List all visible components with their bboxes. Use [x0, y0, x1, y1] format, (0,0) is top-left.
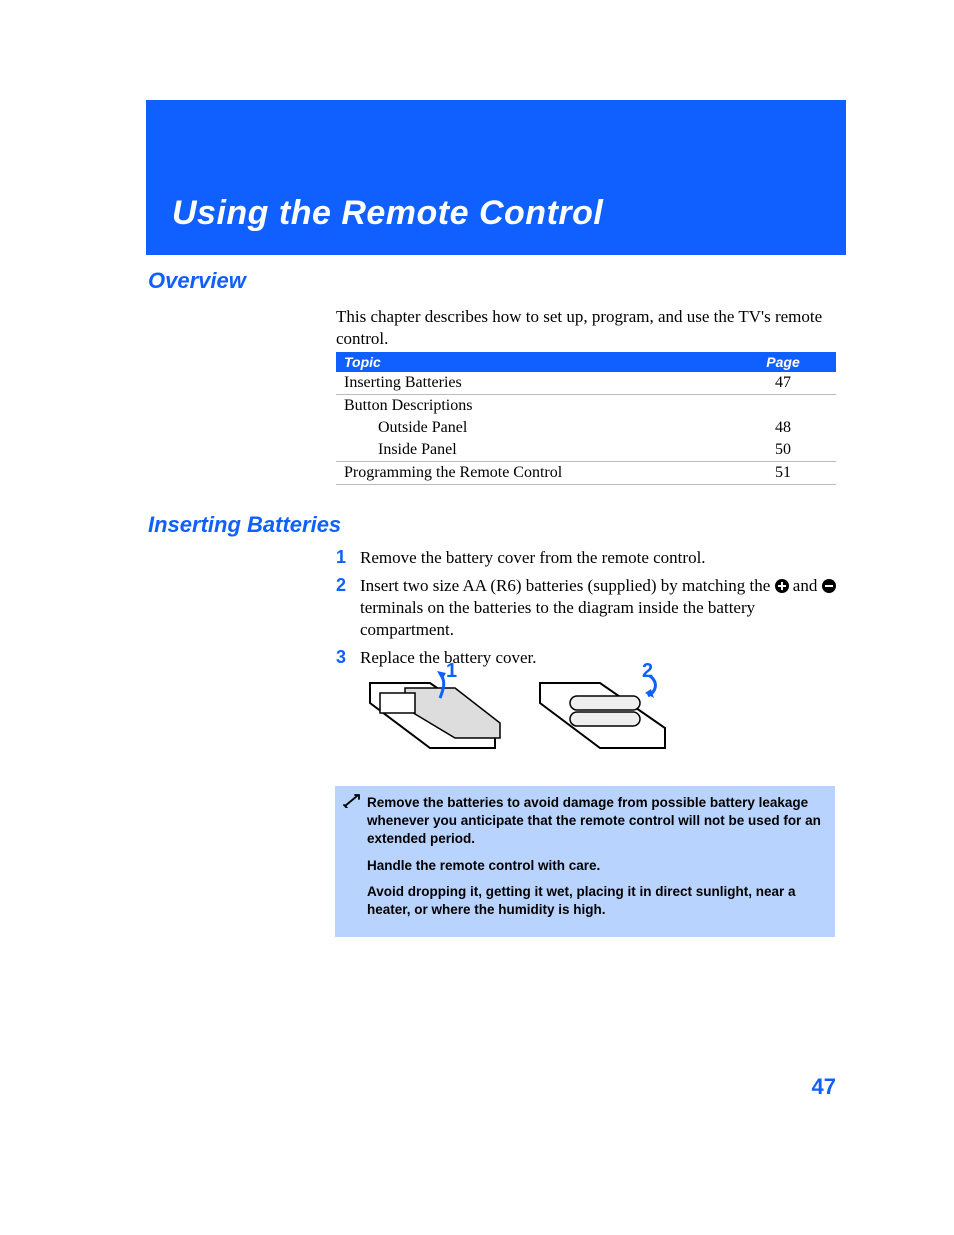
toc-topic-sub: Inside Panel [336, 439, 730, 462]
chapter-hero: Using the Remote Control [146, 100, 846, 255]
table-row: Programming the Remote Control 51 [336, 462, 836, 485]
topic-page-table: Topic Page Inserting Batteries 47 Button… [336, 352, 836, 485]
battery-diagram: 1 2 [360, 658, 840, 773]
step-number: 3 [336, 647, 360, 669]
table-header-topic: Topic [336, 352, 730, 372]
overview-intro-text: This chapter describes how to set up, pr… [336, 306, 836, 350]
toc-page: 47 [730, 372, 836, 395]
note-paragraph: Handle the remote control with care. [367, 857, 825, 875]
note-box: Remove the batteries to avoid damage fro… [335, 786, 835, 937]
section-heading-overview: Overview [148, 268, 246, 294]
table-header-page: Page [730, 352, 836, 372]
plus-terminal-icon [775, 579, 789, 593]
steps-list: 1 Remove the battery cover from the remo… [336, 547, 836, 675]
remote-batteries-installed-illustration [530, 668, 680, 768]
step-text: Insert two size AA (R6) batteries (suppl… [360, 575, 836, 641]
table-row: Button Descriptions [336, 395, 836, 418]
note-icon [343, 794, 361, 808]
step-number: 2 [336, 575, 360, 641]
table-row: Outside Panel 48 [336, 417, 836, 439]
step-number: 1 [336, 547, 360, 569]
toc-topic-sub: Outside Panel [336, 417, 730, 439]
section-heading-inserting-batteries: Inserting Batteries [148, 512, 341, 538]
chapter-title: Using the Remote Control [172, 194, 603, 233]
note-paragraph: Avoid dropping it, getting it wet, placi… [367, 883, 825, 919]
toc-page [730, 395, 836, 418]
toc-page: 48 [730, 417, 836, 439]
toc-page: 51 [730, 462, 836, 485]
toc-topic: Button Descriptions [336, 395, 730, 418]
step-text: Remove the battery cover from the remote… [360, 547, 836, 569]
remote-cover-open-illustration [360, 668, 510, 768]
toc-topic: Inserting Batteries [336, 372, 730, 395]
minus-terminal-icon [822, 579, 836, 593]
step-1: 1 Remove the battery cover from the remo… [336, 547, 836, 569]
table-row: Inside Panel 50 [336, 439, 836, 462]
note-paragraph: Remove the batteries to avoid damage fro… [367, 794, 825, 849]
toc-page: 50 [730, 439, 836, 462]
toc-topic: Programming the Remote Control [336, 462, 730, 485]
page-number: 47 [812, 1074, 836, 1100]
table-row: Inserting Batteries 47 [336, 372, 836, 395]
step-2: 2 Insert two size AA (R6) batteries (sup… [336, 575, 836, 641]
